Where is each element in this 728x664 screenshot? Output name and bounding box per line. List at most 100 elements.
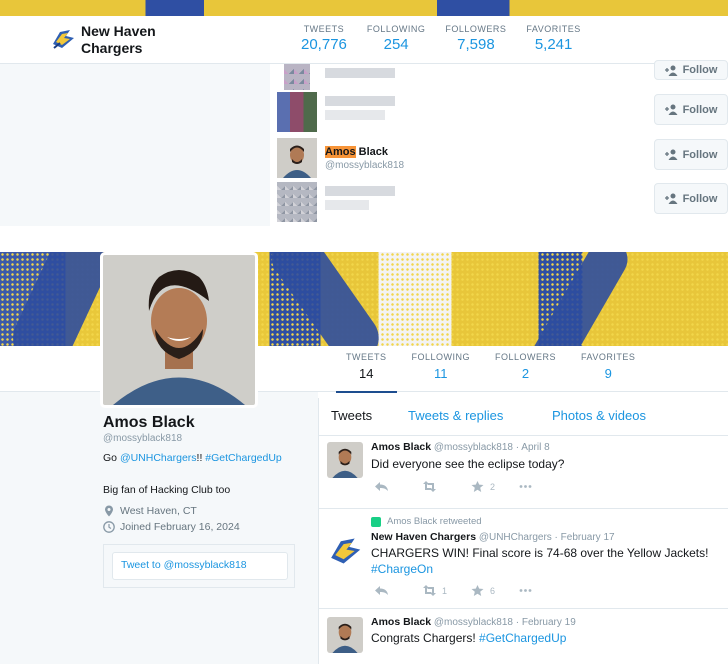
stat-label: TWEETS <box>346 352 387 362</box>
stat-label: FOLLOWERS <box>495 352 557 362</box>
follow-button[interactable]: Follow <box>654 183 728 214</box>
follow-button[interactable]: Follow <box>654 94 728 125</box>
stat-value: 9 <box>604 366 612 381</box>
retweet-context-text: Amos Black retweeted <box>387 516 482 527</box>
stat-followers[interactable]: FOLLOWERS 2 <box>485 352 566 381</box>
tweet-actions: 2 <box>375 481 567 492</box>
add-user-icon <box>664 65 678 76</box>
more-action[interactable] <box>519 585 567 596</box>
chargers-logo-icon <box>53 30 74 49</box>
tweet-meta: @mossyblack818 · April 8 <box>433 442 550 453</box>
avatar[interactable] <box>277 138 317 178</box>
tab-tweets[interactable]: Tweets <box>331 408 372 423</box>
tweet-text: Did everyone see the eclipse today? <box>371 457 565 471</box>
followers-list: Follow Follow Amos Black @mossyblack818 <box>270 60 728 226</box>
timeline-tabs: Tweets Tweets & replies Photos & videos <box>319 398 728 436</box>
follow-label: Follow <box>682 103 718 116</box>
clock-icon <box>103 521 115 533</box>
tweet-body: CHARGERS WIN! Final score is 74-68 over … <box>371 546 709 560</box>
tweet-header: Amos Black @mossyblack818 · February 19 <box>371 616 576 628</box>
stat-followers[interactable]: FOLLOWERS 7,598 <box>438 24 514 68</box>
tweet-to-input[interactable]: Tweet to @mossyblack818 <box>112 552 288 580</box>
tweet-avatar[interactable] <box>327 617 363 653</box>
top-header-banner <box>0 0 728 16</box>
follow-button[interactable]: Follow <box>654 139 728 170</box>
avatar[interactable] <box>284 64 310 90</box>
tweet-avatar[interactable] <box>327 442 363 478</box>
add-user-icon <box>664 193 678 204</box>
reply-icon <box>375 586 388 595</box>
follow-button[interactable]: Follow <box>654 60 728 80</box>
stat-value: 2 <box>521 366 530 381</box>
follower-row: Follow <box>270 90 728 134</box>
tweet-to-box: Tweet to @mossyblack818 <box>103 544 295 588</box>
stat-label: FAVORITES <box>581 352 636 362</box>
avatar[interactable] <box>277 182 317 222</box>
bio-text: Go <box>103 452 120 464</box>
stat-following[interactable]: FOLLOWING 254 <box>360 24 433 53</box>
blurred-handle <box>325 110 385 120</box>
timeline: Tweets Tweets & replies Photos & videos … <box>318 398 728 664</box>
retweet-indicator-icon <box>371 516 381 527</box>
person-photo-icon <box>327 442 363 478</box>
bio-hashtag-link[interactable]: #GetChargedUp <box>205 452 281 464</box>
profile-avatar[interactable] <box>100 252 258 408</box>
avatar[interactable] <box>277 92 317 132</box>
tweet-retweeted[interactable]: Amos Black retweeted New Haven Chargers … <box>319 509 728 609</box>
profile-name[interactable]: Amos Black <box>103 414 195 432</box>
follower-row-amos: Amos Black @mossyblack818 Follow <box>270 136 728 180</box>
follower-row: Follow <box>270 180 728 224</box>
stat-favorites[interactable]: FAVORITES 5,241 <box>519 24 587 53</box>
reply-icon <box>375 482 388 491</box>
follow-label: Follow <box>682 64 718 76</box>
tweet-hashtag-link[interactable]: #ChargeOn <box>371 562 433 576</box>
profile-stats-bar: TWEETS 14 FOLLOWING 11 FOLLOWERS 2 FAVOR… <box>336 352 650 393</box>
retweet-action[interactable]: 1 <box>423 585 471 596</box>
tweet-hashtag-link[interactable]: #GetChargedUp <box>479 631 566 645</box>
stat-tweets[interactable]: TWEETS 14 <box>336 352 397 393</box>
tweet-author[interactable]: New Haven Chargers <box>371 531 476 543</box>
stat-label: FOLLOWING <box>366 24 426 34</box>
follower-name[interactable]: Amos Black <box>325 146 388 158</box>
tweet-header: New Haven Chargers @UNHChargers · Februa… <box>371 531 615 543</box>
bio-mention-link[interactable]: @UNHChargers <box>120 452 197 464</box>
favorite-count: 6 <box>490 585 496 596</box>
tab-photos-videos[interactable]: Photos & videos <box>552 408 646 423</box>
chargers-logo-icon <box>327 533 363 569</box>
retweet-count: 1 <box>442 585 448 596</box>
favorite-count: 2 <box>490 481 496 492</box>
more-dots-icon <box>519 589 532 592</box>
location-pin-icon <box>105 505 113 517</box>
favorite-action[interactable]: 2 <box>471 481 519 492</box>
profile-handle[interactable]: @mossyblack818 <box>103 433 182 444</box>
person-photo-icon <box>277 138 317 178</box>
tweet[interactable]: Amos Black @mossyblack818 · April 8 Did … <box>319 436 728 509</box>
profile-joined: Joined February 16, 2024 <box>103 521 240 533</box>
tweet-avatar[interactable] <box>327 533 363 569</box>
star-icon <box>471 481 484 492</box>
retweet-action[interactable] <box>423 481 471 492</box>
tweet-text: CHARGERS WIN! Final score is 74-68 over … <box>371 545 721 577</box>
tweet-author[interactable]: Amos Black <box>371 616 431 628</box>
stat-value: 14 <box>359 366 374 381</box>
tweet[interactable]: Amos Black @mossyblack818 · February 19 … <box>319 609 728 664</box>
more-action[interactable] <box>519 481 567 492</box>
follower-row: Follow <box>270 50 728 94</box>
profile-location: West Haven, CT <box>103 505 197 517</box>
retweet-icon <box>423 481 436 492</box>
blurred-name <box>325 68 395 78</box>
location-text: West Haven, CT <box>120 505 197 517</box>
reply-action[interactable] <box>375 481 423 492</box>
reply-action[interactable] <box>375 585 423 596</box>
stat-tweets[interactable]: TWEETS 20,776 <box>294 24 354 53</box>
favorite-action[interactable]: 6 <box>471 585 519 596</box>
tweet-author[interactable]: Amos Black <box>371 441 431 453</box>
tweet-actions: 1 6 <box>375 585 567 596</box>
screenshot-divider <box>0 226 728 252</box>
stat-following[interactable]: FOLLOWING 11 <box>402 352 481 381</box>
tweet-body: Congrats Chargers! <box>371 631 480 645</box>
tab-tweets-replies[interactable]: Tweets & replies <box>408 408 503 423</box>
stat-favorites[interactable]: FAVORITES 9 <box>571 352 645 381</box>
follow-label: Follow <box>682 192 718 205</box>
person-photo-icon <box>327 617 363 653</box>
